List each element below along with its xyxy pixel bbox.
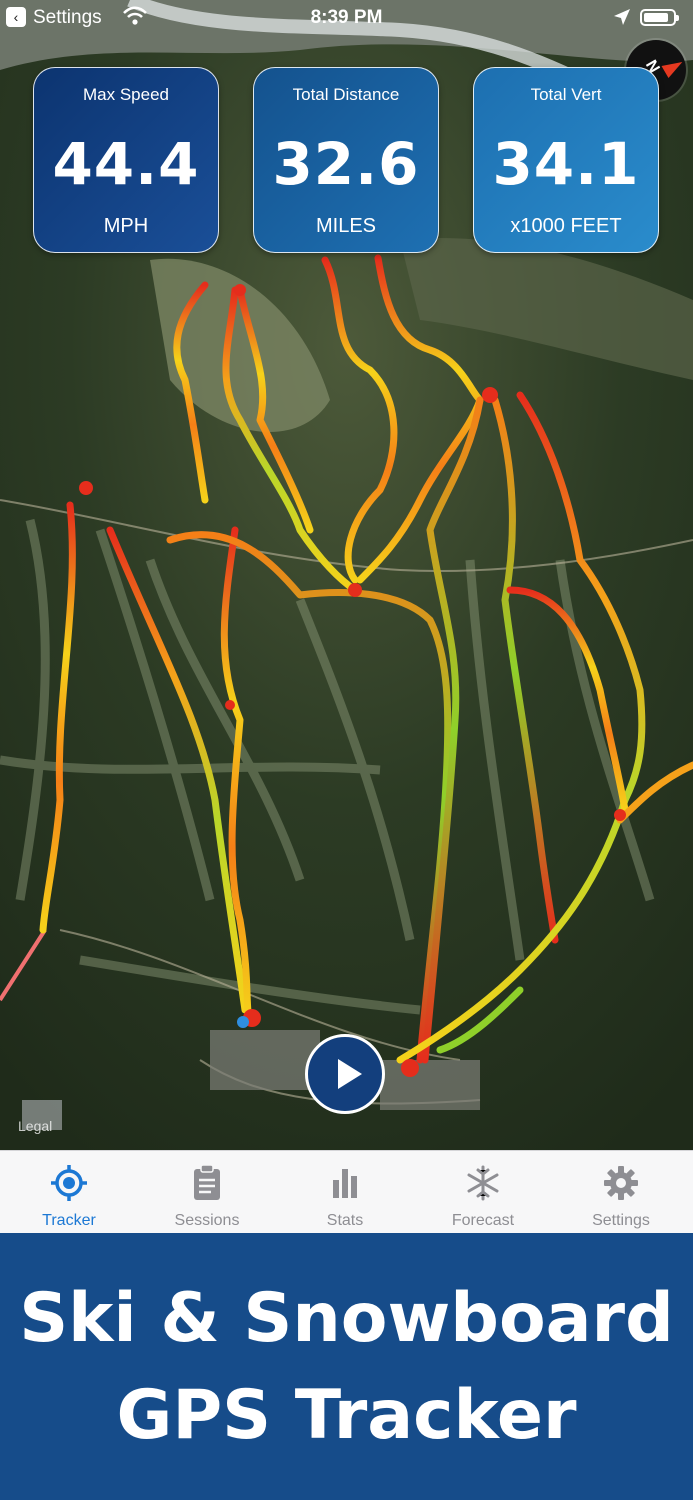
tab-tracker[interactable]: Tracker <box>0 1151 138 1234</box>
crosshair-icon <box>51 1165 87 1201</box>
banner-headline-line1: Ski & Snowboard <box>19 1279 674 1358</box>
gear-icon <box>604 1166 638 1200</box>
max-speed-value: 44.4 <box>52 130 200 198</box>
total-distance-card: Total Distance 32.6 MILES <box>253 67 439 253</box>
tab-forecast-label: Forecast <box>451 1212 515 1229</box>
tab-bar: Tracker Sessions Stats Forecast Settings <box>0 1150 693 1234</box>
total-distance-value: 32.6 <box>272 130 420 198</box>
map-view[interactable]: ‹ Settings 8:39 PM N Max Speed 44.4 MPH … <box>0 0 693 1150</box>
legal-link[interactable]: Legal <box>18 1118 52 1134</box>
tab-tracker-label: Tracker <box>42 1212 96 1229</box>
tab-settings[interactable]: Settings <box>552 1151 690 1234</box>
bar-chart-icon <box>333 1169 357 1198</box>
total-vert-unit: x1000 FEET <box>510 215 622 237</box>
total-vert-card: Total Vert 34.1 x1000 FEET <box>473 67 659 253</box>
max-speed-card: Max Speed 44.4 MPH <box>33 67 219 253</box>
play-icon <box>338 1059 362 1089</box>
status-bar: ‹ Settings 8:39 PM <box>0 0 693 36</box>
compass-needle <box>661 55 686 79</box>
tab-stats[interactable]: Stats <box>276 1151 414 1234</box>
promo-banner: Ski & Snowboard GPS Tracker <box>0 1233 693 1500</box>
total-vert-label: Total Vert <box>530 85 602 104</box>
tab-sessions[interactable]: Sessions <box>138 1151 276 1234</box>
tab-settings-label: Settings <box>592 1212 650 1229</box>
tab-forecast[interactable]: Forecast <box>414 1151 552 1234</box>
snowflake-icon <box>467 1165 499 1201</box>
location-arrow-icon <box>614 9 630 25</box>
tab-stats-label: Stats <box>326 1212 364 1229</box>
total-distance-label: Total Distance <box>292 85 400 104</box>
total-distance-unit: MILES <box>315 215 377 237</box>
max-speed-label: Max Speed <box>83 85 169 104</box>
battery-icon <box>640 9 679 26</box>
max-speed-unit: MPH <box>103 215 149 237</box>
play-button[interactable] <box>305 1034 385 1114</box>
total-vert-value: 34.1 <box>492 130 640 198</box>
tab-sessions-label: Sessions <box>174 1212 240 1229</box>
banner-headline-line2: GPS Tracker <box>116 1376 577 1455</box>
clipboard-icon <box>194 1164 220 1200</box>
status-time: 8:39 PM <box>310 7 383 28</box>
